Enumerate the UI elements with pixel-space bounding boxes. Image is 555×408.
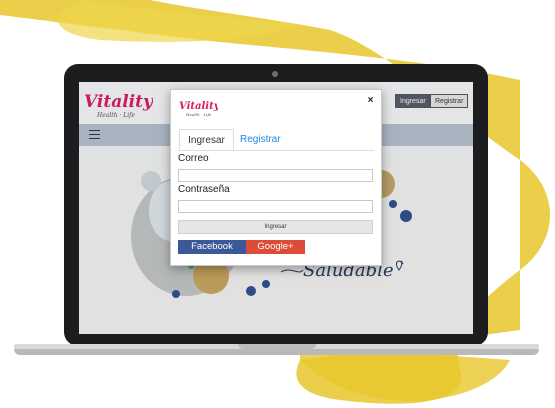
facebook-login-button[interactable]: Facebook	[178, 240, 246, 254]
modal-logo-subtext: Health · Life	[185, 112, 212, 117]
login-modal: Vitality Health · Life × Ingresar Regist…	[170, 89, 382, 266]
modal-logo-text: Vitality	[179, 101, 218, 112]
email-label: Correo	[178, 153, 209, 164]
laptop-notch	[238, 344, 316, 349]
tab-ingresar[interactable]: Ingresar	[179, 129, 234, 150]
email-field[interactable]	[178, 169, 373, 182]
auth-tabs: Ingresar Registrar	[178, 129, 374, 151]
ingresar-submit-button[interactable]: Ingresar	[178, 220, 373, 234]
google-login-button[interactable]: Google+	[246, 240, 305, 254]
close-icon[interactable]: ×	[366, 96, 375, 106]
modal-vitality-logo: Vitality Health · Life	[179, 101, 218, 117]
password-field[interactable]	[178, 200, 373, 213]
camera-icon	[272, 71, 278, 77]
password-label: Contraseña	[178, 184, 230, 195]
laptop-base-shadow	[14, 349, 539, 355]
tab-registrar[interactable]: Registrar	[240, 129, 295, 150]
